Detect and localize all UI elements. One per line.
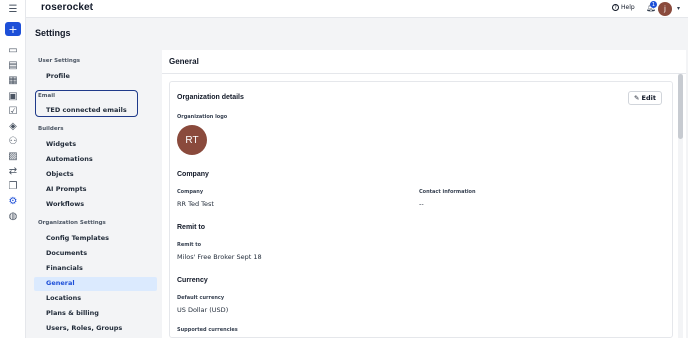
- help-button[interactable]: ? Help: [612, 4, 635, 11]
- clipboard-icon[interactable]: ▤: [7, 60, 19, 72]
- default-currency-value: US Dollar (USD): [177, 306, 229, 314]
- top-bar: roserocket ⇕ ? Help 🔔︎ 1 j ▾: [26, 0, 688, 18]
- nav-item-profile[interactable]: Profile: [46, 72, 70, 80]
- nav-section-email: Email: [38, 93, 55, 99]
- nav-item-automations[interactable]: Automations: [46, 155, 93, 163]
- divider: [162, 73, 686, 74]
- plus-icon[interactable]: +: [5, 22, 21, 36]
- nav-item-ai-prompts[interactable]: AI Prompts: [46, 185, 87, 193]
- wallet-icon[interactable]: ◈: [7, 121, 19, 133]
- currency-heading: Currency: [177, 277, 208, 284]
- nav-item-ted-connected-emails[interactable]: TED connected emails: [46, 106, 127, 114]
- default-currency-label: Default currency: [177, 295, 225, 301]
- settings-icon[interactable]: ⚙: [7, 196, 19, 208]
- nav-item-general[interactable]: General: [46, 279, 75, 287]
- avatar[interactable]: j: [658, 2, 672, 16]
- nav-item-objects[interactable]: Objects: [46, 170, 74, 178]
- edit-button[interactable]: ✎ Edit: [628, 91, 662, 105]
- contact-info-value: --: [419, 200, 424, 208]
- chevron-down-icon[interactable]: ▾: [677, 5, 680, 12]
- page-title: Settings: [35, 28, 71, 38]
- nav-item-plans-billing[interactable]: Plans & billing: [46, 309, 99, 317]
- org-logo-label: Organization logo: [177, 114, 228, 120]
- company-heading: Company: [177, 171, 209, 178]
- tasks-icon[interactable]: ☑: [7, 106, 19, 118]
- contact-info-label: Contact information: [419, 189, 476, 195]
- people-icon[interactable]: ⚇: [7, 136, 19, 148]
- org-details-heading: Organization details: [177, 94, 244, 101]
- chevron-updown-icon[interactable]: ⇕: [88, 4, 93, 11]
- nav-item-financials[interactable]: Financials: [46, 264, 83, 272]
- chart-icon[interactable]: ▨: [7, 151, 19, 163]
- organization-logo: RT: [177, 125, 207, 155]
- pencil-icon: ✎: [634, 94, 640, 102]
- remit-to-heading: Remit to: [177, 224, 205, 231]
- company-value: RR Ted Test: [177, 200, 214, 208]
- organization-details-card: Organization details ✎ Edit Organization…: [169, 81, 673, 338]
- help-label: Help: [621, 4, 635, 11]
- settings-nav: User Settings Profile Email TED connecte…: [26, 50, 158, 338]
- brand-logo[interactable]: roserocket: [41, 2, 93, 13]
- edit-label: Edit: [641, 94, 656, 102]
- question-icon: ?: [612, 4, 619, 11]
- remit-to-label: Remit to: [177, 242, 202, 248]
- nav-item-workflows[interactable]: Workflows: [46, 200, 84, 208]
- section-title: General: [169, 57, 199, 66]
- nav-item-documents[interactable]: Documents: [46, 249, 87, 257]
- company-label: Company: [177, 189, 204, 195]
- nav-section-organization-settings: Organization Settings: [38, 220, 106, 226]
- main-panel: General Organization details ✎ Edit Orga…: [162, 50, 686, 338]
- remit-to-value: Milos' Free Broker Sept 18: [177, 253, 262, 261]
- calendar-icon[interactable]: ▣: [7, 91, 19, 103]
- nav-item-locations[interactable]: Locations: [46, 294, 81, 302]
- orders-icon[interactable]: ▦: [7, 75, 19, 87]
- nav-item-users-roles-groups[interactable]: Users, Roles, Groups: [46, 324, 122, 332]
- nav-section-user-settings: User Settings: [38, 58, 81, 64]
- menu-icon[interactable]: ☰: [7, 4, 19, 16]
- nav-item-config-templates[interactable]: Config Templates: [46, 234, 109, 242]
- scrollbar-thumb[interactable]: [678, 74, 683, 139]
- supported-currencies-label: Supported currencies: [177, 327, 238, 333]
- nav-section-builders: Builders: [38, 126, 64, 132]
- transfer-icon[interactable]: ⇄: [7, 166, 19, 178]
- notification-badge: 1: [650, 1, 657, 8]
- inbox-icon[interactable]: ▭: [7, 45, 19, 57]
- icon-rail: ☰ + ▭ ▤ ▦ ▣ ☑ ◈ ⚇ ▨ ⇄ ❐ ⚙ ◍: [0, 0, 26, 338]
- nav-item-widgets[interactable]: Widgets: [46, 140, 76, 148]
- globe-icon[interactable]: ◍: [7, 211, 19, 223]
- documents-icon[interactable]: ❐: [7, 181, 19, 193]
